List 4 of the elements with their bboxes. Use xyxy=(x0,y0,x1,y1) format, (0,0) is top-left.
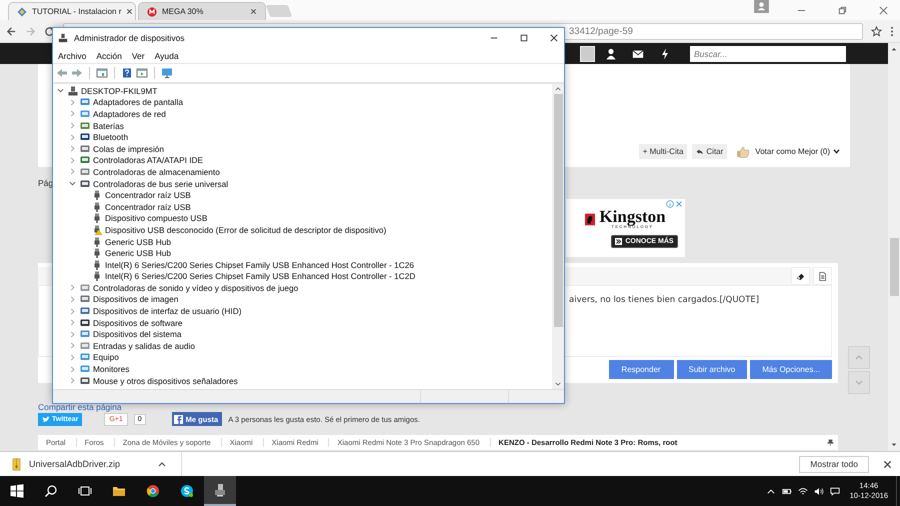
tab-title: TUTORIAL - Instalacion r xyxy=(32,7,122,16)
tab-title: MEGA 30% xyxy=(162,7,204,16)
brand-name: Kingston xyxy=(599,209,666,224)
window-title: Administrador de dispositivos xyxy=(74,33,185,43)
